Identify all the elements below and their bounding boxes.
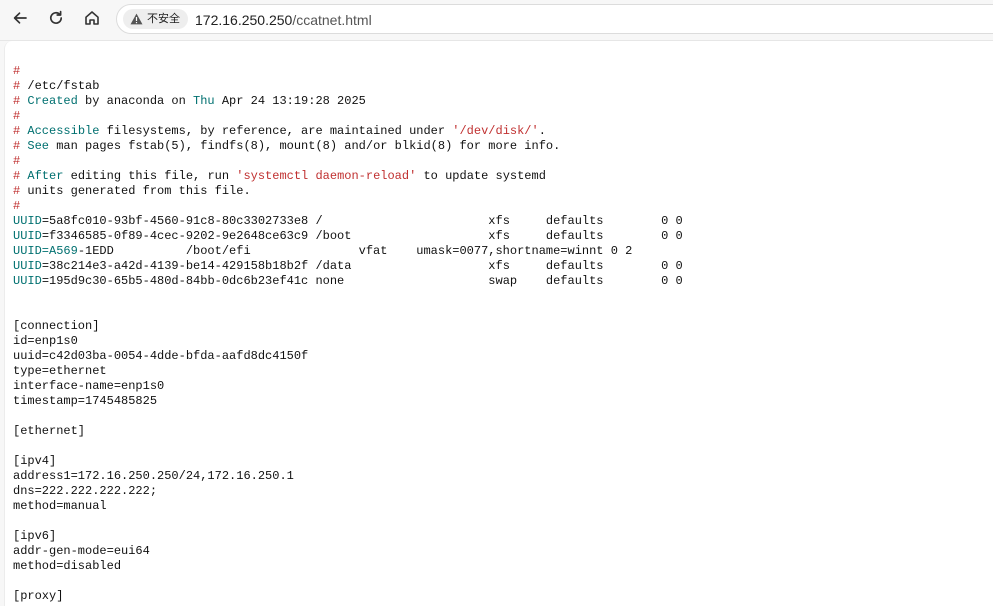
text-segment: 'systemctl daemon-reload': [236, 169, 417, 183]
text-segment: #: [13, 199, 21, 213]
text-line: method=manual: [13, 499, 683, 514]
text-segment: #: [13, 154, 21, 168]
text-line: # See man pages fstab(5), findfs(8), mou…: [13, 139, 683, 154]
text-segment: UUID: [13, 274, 42, 288]
text-segment: to update systemd: [416, 169, 546, 183]
text-line: #: [13, 64, 683, 79]
home-button[interactable]: [78, 6, 106, 34]
text-segment: type=ethernet: [13, 364, 107, 378]
text-segment: [ipv4]: [13, 454, 57, 468]
text-segment: UUID=A569: [13, 244, 78, 258]
text-line: [connection]: [13, 319, 683, 334]
text-line: interface-name=enp1s0: [13, 379, 683, 394]
text-line: # After editing this file, run 'systemct…: [13, 169, 683, 184]
warning-triangle-icon: [129, 12, 143, 26]
text-segment: [ethernet]: [13, 424, 86, 438]
text-line: [proxy]: [13, 589, 683, 604]
url-text[interactable]: 172.16.250.250/ccatnet.html: [195, 11, 372, 29]
text-line: # Accessible filesystems, by reference, …: [13, 124, 683, 139]
home-icon: [83, 9, 101, 32]
text-segment: UUID: [13, 259, 42, 273]
text-line: dns=222.222.222.222;: [13, 484, 683, 499]
text-segment: filesystems, by reference, are maintaine…: [99, 124, 453, 138]
text-line: type=ethernet: [13, 364, 683, 379]
text-segment: [ipv6]: [13, 529, 57, 543]
arrow-left-icon: [11, 9, 29, 32]
text-line: timestamp=1745485825: [13, 394, 683, 409]
text-line: [13, 304, 683, 319]
text-segment: '/dev/disk/': [452, 124, 539, 138]
text-line: [13, 409, 683, 424]
text-line: #: [13, 154, 683, 169]
text-segment: .: [538, 124, 546, 138]
text-segment: #: [13, 64, 21, 78]
text-line: [13, 574, 683, 589]
text-segment: -1EDD /boot/efi vfat umask=0077,shortnam…: [77, 244, 633, 258]
text-segment: addr-gen-mode=eui64: [13, 544, 150, 558]
text-segment: editing this file, run: [63, 169, 237, 183]
url-path: /ccatnet.html: [292, 12, 372, 28]
text-line: uuid=c42d03ba-0054-4dde-bfda-aafd8dc4150…: [13, 349, 683, 364]
text-segment: man pages fstab(5), findfs(8), mount(8) …: [49, 139, 561, 153]
address-bar[interactable]: 不安全 172.16.250.250/ccatnet.html: [116, 4, 993, 34]
text-segment: interface-name=enp1s0: [13, 379, 165, 393]
text-segment: After: [20, 169, 64, 183]
text-segment: address1=172.16.250.250/24,172.16.250.1: [13, 469, 294, 483]
text-line: UUID=5a8fc010-93bf-4560-91c8-80c3302733e…: [13, 214, 683, 229]
text-line: UUID=A569-1EDD /boot/efi vfat umask=0077…: [13, 244, 683, 259]
text-segment: =38c214e3-a42d-4139-be14-429158b18b2f /d…: [41, 259, 683, 273]
reload-button[interactable]: [42, 6, 70, 34]
text-segment: See: [20, 139, 50, 153]
text-segment: =f3346585-0f89-4cec-9202-9e2648ce63c9 /b…: [41, 229, 683, 243]
text-line: [ipv4]: [13, 454, 683, 469]
browser-window: 不安全 172.16.250.250/ccatnet.html # # /etc/…: [0, 0, 993, 606]
text-segment: UUID: [13, 229, 42, 243]
text-segment: Thu: [193, 94, 215, 108]
text-segment: timestamp=1745485825: [13, 394, 158, 408]
text-segment: Apr 24 13:19:28 2025: [214, 94, 366, 108]
text-line: #: [13, 199, 683, 214]
text-segment: UUID: [13, 214, 42, 228]
text-line: addr-gen-mode=eui64: [13, 544, 683, 559]
text-line: UUID=38c214e3-a42d-4139-be14-429158b18b2…: [13, 259, 683, 274]
text-segment: uuid=c42d03ba-0054-4dde-bfda-aafd8dc4150…: [13, 349, 309, 363]
text-segment: =5a8fc010-93bf-4560-91c8-80c3302733e8 / …: [41, 214, 683, 228]
back-button[interactable]: [6, 6, 34, 34]
text-segment: method=disabled: [13, 559, 122, 573]
text-line: [ipv6]: [13, 529, 683, 544]
security-indicator[interactable]: 不安全: [123, 9, 188, 29]
page-content: # # /etc/fstab # Created by anaconda on Th…: [4, 41, 993, 606]
text-line: [13, 289, 683, 304]
browser-toolbar: 不安全 172.16.250.250/ccatnet.html: [0, 0, 993, 41]
text-line: address1=172.16.250.250/24,172.16.250.1: [13, 469, 683, 484]
text-segment: /etc/fstab: [20, 79, 100, 93]
text-line: id=enp1s0: [13, 334, 683, 349]
text-segment: Created: [20, 94, 78, 108]
text-segment: [proxy]: [13, 589, 64, 603]
document-text: # # /etc/fstab # Created by anaconda on Th…: [13, 64, 683, 604]
text-line: #: [13, 109, 683, 124]
text-line: [13, 439, 683, 454]
text-segment: method=manual: [13, 499, 107, 513]
reload-icon: [47, 9, 65, 32]
text-segment: by anaconda on: [77, 94, 194, 108]
text-line: method=disabled: [13, 559, 683, 574]
text-segment: #: [13, 109, 21, 123]
text-line: # units generated from this file.: [13, 184, 683, 199]
text-line: # /etc/fstab: [13, 79, 683, 94]
text-segment: Accessible: [20, 124, 100, 138]
text-line: [ethernet]: [13, 424, 683, 439]
text-segment: dns=222.222.222.222;: [13, 484, 158, 498]
text-segment: =195d9c30-65b5-480d-84bb-0dc6b23ef41c no…: [41, 274, 683, 288]
text-line: [13, 514, 683, 529]
text-line: UUID=f3346585-0f89-4cec-9202-9e2648ce63c…: [13, 229, 683, 244]
url-host: 172.16.250.250: [195, 12, 293, 28]
text-line: UUID=195d9c30-65b5-480d-84bb-0dc6b23ef41…: [13, 274, 683, 289]
text-segment: units generated from this file.: [20, 184, 251, 198]
security-label: 不安全: [147, 12, 180, 25]
text-segment: id=enp1s0: [13, 334, 78, 348]
text-line: # Created by anaconda on Thu Apr 24 13:1…: [13, 94, 683, 109]
text-segment: [connection]: [13, 319, 100, 333]
